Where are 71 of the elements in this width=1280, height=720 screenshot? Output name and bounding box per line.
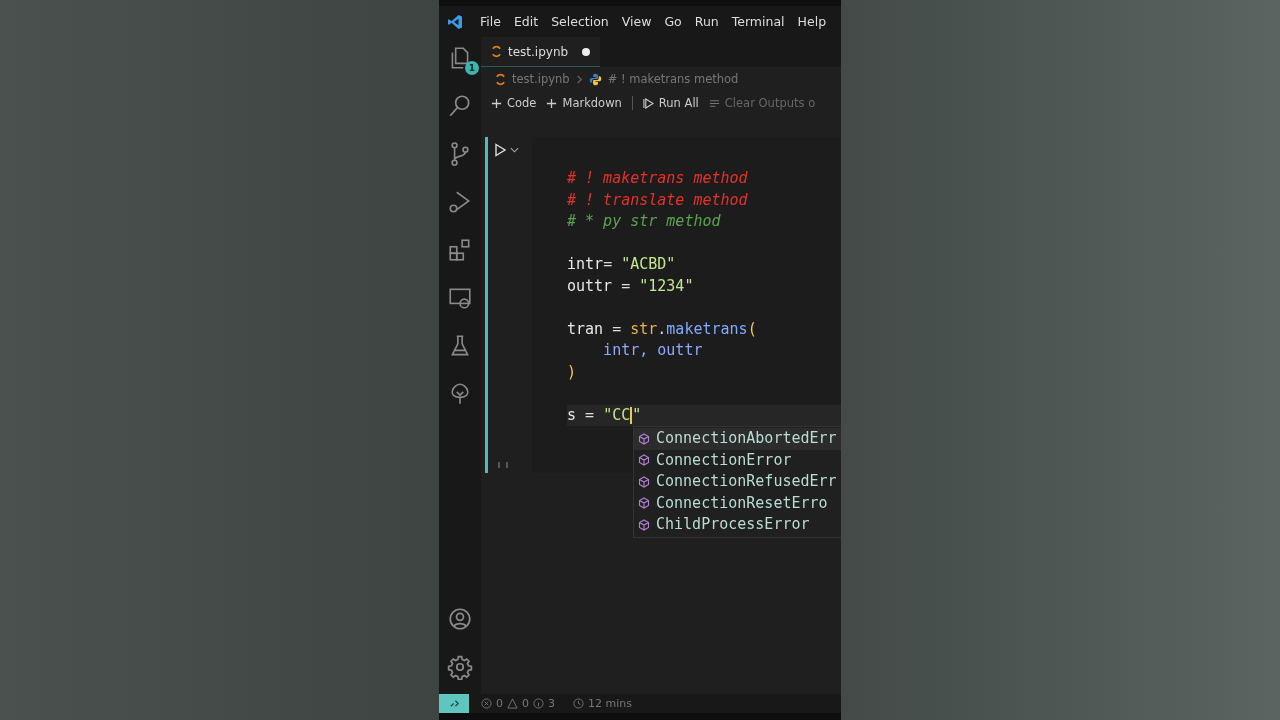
error-icon (481, 698, 492, 709)
code-token: tran (567, 319, 604, 338)
code-token: "1234" (639, 276, 694, 295)
cube-icon (638, 454, 650, 467)
code-token: = (620, 276, 632, 295)
code-token: ) (567, 362, 577, 381)
add-cell-button[interactable]: Code (491, 96, 537, 110)
run-all-icon (642, 97, 654, 109)
code-token: intr (567, 255, 604, 273)
code-token: "CC (603, 405, 631, 424)
notebook-icon (491, 45, 502, 58)
code-token: maketrans (666, 319, 748, 338)
menu-item[interactable]: Edit (513, 14, 539, 29)
cube-icon (638, 518, 650, 531)
plus-icon (546, 97, 558, 109)
menu-item[interactable]: View (621, 14, 652, 29)
breadcrumb-item[interactable]: # ! maketrans method (607, 72, 739, 86)
notebook-icon (495, 72, 506, 86)
suggestion-item[interactable]: ConnectionResetErro (634, 492, 841, 514)
menu-item[interactable]: Run (694, 14, 719, 29)
suggestion-item[interactable]: ConnectionRefusedErr (634, 471, 841, 493)
info-count[interactable]: 3 (548, 697, 555, 710)
chevron-icon (575, 74, 583, 84)
add-cell-button[interactable]: Markdown (546, 96, 622, 110)
logo-icon (447, 13, 463, 30)
editor-tab[interactable]: test.ipynb (481, 37, 601, 67)
account-icon[interactable] (447, 606, 473, 632)
menu-item[interactable]: Go (664, 14, 682, 29)
code-token: "ACBD" (621, 255, 676, 273)
run-cell-icon[interactable] (494, 143, 506, 157)
suggestion-item[interactable]: ConnectionError (634, 449, 841, 471)
code-token: # ! maketrans method (567, 169, 748, 187)
plus-icon (491, 97, 502, 109)
info-icon (533, 698, 544, 709)
run-all-button[interactable]: Run All (642, 96, 699, 110)
notification-badge: 1 (465, 61, 479, 75)
cube-icon (638, 497, 650, 510)
menu-item[interactable]: Selection (551, 14, 609, 29)
code-token: s (567, 405, 577, 424)
menu-item[interactable]: File (480, 14, 501, 29)
warning-icon (507, 698, 518, 709)
code-token: intr, outtr (602, 341, 703, 359)
remote-icon (448, 698, 460, 709)
code-token: # ! translate method (567, 190, 748, 209)
execution-marker-icon (496, 461, 510, 469)
warning-count[interactable]: 0 (522, 697, 529, 710)
code-token: ( (747, 319, 757, 338)
cube-icon (638, 475, 650, 488)
code-token: = (603, 255, 614, 273)
breadcrumb-item[interactable]: test.ipynb (512, 72, 570, 86)
code-token: str (630, 319, 658, 338)
menu-item[interactable]: Terminal (731, 14, 785, 29)
suggestion-item[interactable]: ChildProcessError (634, 514, 841, 536)
text-cursor (630, 406, 633, 424)
clear-icon (708, 97, 720, 109)
code-token: outtr (567, 276, 613, 295)
code-token: = (584, 405, 596, 424)
time-spent[interactable]: 12 mins (588, 697, 632, 710)
remote-button[interactable] (439, 694, 469, 713)
suggestion-item[interactable]: ConnectionAbortedErr (634, 428, 841, 450)
code-token: = (611, 319, 623, 338)
caret-icon[interactable] (510, 147, 519, 153)
settings-icon[interactable] (447, 654, 473, 680)
clock-icon (573, 698, 584, 709)
cube-icon (638, 432, 650, 445)
python-icon (588, 72, 602, 86)
code-token: # * py str method (567, 212, 721, 230)
code-token: " (632, 405, 642, 424)
code-token: . (657, 319, 667, 338)
menu-item[interactable]: Help (797, 14, 827, 29)
error-count[interactable]: 0 (496, 697, 503, 710)
